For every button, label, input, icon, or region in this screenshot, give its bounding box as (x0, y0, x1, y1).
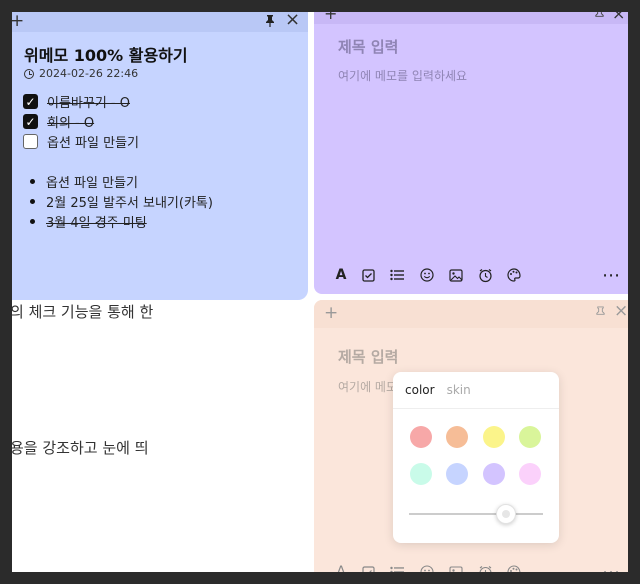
checkbox-checked[interactable]: ✓ (23, 114, 38, 129)
color-swatch[interactable] (410, 463, 432, 485)
close-icon[interactable]: × (614, 303, 628, 320)
opacity-slider-track[interactable] (409, 513, 543, 515)
alarm-icon[interactable] (476, 266, 494, 284)
background-text-line-1: 의 체크 기능을 통해 한 (12, 303, 154, 321)
pin-icon[interactable] (595, 306, 606, 321)
palette-icon[interactable] (505, 266, 523, 284)
checkbox-icon[interactable] (359, 266, 377, 284)
color-picker-popup: color skin (393, 372, 559, 543)
close-icon[interactable]: × (612, 12, 625, 22)
checkbox-icon[interactable] (359, 563, 377, 572)
alarm-icon[interactable] (476, 563, 494, 572)
note-titlebar[interactable] (314, 300, 628, 328)
emoji-icon[interactable] (418, 266, 436, 284)
sticky-note-purple[interactable]: + × 제목 입력 여기에 메모를 입력하세요 A ⋯ (314, 12, 628, 294)
checklist-item-label: 이름바꾸기 - O (47, 96, 130, 111)
checklist-item-label: 옵션 파일 만들기 (47, 136, 139, 151)
note-date: 2024-02-26 22:46 (24, 67, 138, 80)
image-icon[interactable] (447, 266, 465, 284)
palette-icon[interactable] (505, 563, 523, 572)
background-text-line-2: 용을 강조하고 눈에 띄 (12, 439, 149, 457)
add-note-icon[interactable]: + (12, 13, 24, 30)
color-swatch[interactable] (483, 426, 505, 448)
note-title-input[interactable]: 제목 입력 (338, 346, 398, 367)
text-format-icon[interactable]: A (332, 266, 350, 284)
color-swatch[interactable] (519, 463, 541, 485)
clock-icon (24, 68, 34, 79)
bullet-item-label: 옵션 파일 만들기 (46, 176, 138, 191)
bullet-item[interactable]: 옵션 파일 만들기 (30, 172, 138, 191)
tab-color[interactable]: color (405, 383, 435, 397)
more-options-icon[interactable]: ⋯ (602, 562, 620, 573)
list-icon[interactable] (388, 563, 406, 572)
more-options-icon[interactable]: ⋯ (602, 265, 620, 286)
bullet-item-label: 2월 25일 발주서 보내기(카톡) (46, 196, 213, 211)
bullet-dot (30, 179, 35, 184)
checkbox-unchecked[interactable] (23, 134, 38, 149)
bullet-item[interactable]: 3월 4일 경주 미팅 (30, 212, 147, 231)
text-format-icon[interactable]: A (332, 563, 350, 572)
note-title-input[interactable]: 제목 입력 (338, 36, 398, 57)
bullet-item-label: 3월 4일 경주 미팅 (46, 216, 147, 231)
checkbox-checked[interactable]: ✓ (23, 94, 38, 109)
add-note-icon[interactable]: + (324, 12, 337, 22)
opacity-slider-handle[interactable] (496, 504, 516, 524)
pin-icon[interactable] (594, 12, 605, 23)
pin-icon[interactable] (264, 14, 276, 30)
note-titlebar[interactable] (314, 12, 628, 24)
color-swatch[interactable] (483, 463, 505, 485)
note-toolbar: A ⋯ (332, 265, 620, 286)
sticky-note-blue[interactable]: + × 위메모 100% 활용하기 2024-02-26 22:46 ✓ 이름바… (12, 12, 308, 300)
bullet-dot (30, 199, 35, 204)
note-toolbar: A ⋯ (332, 562, 620, 572)
bullet-dot (30, 219, 35, 224)
checklist-item[interactable]: 옵션 파일 만들기 (23, 132, 139, 151)
note-date-text: 2024-02-26 22:46 (39, 67, 139, 80)
color-swatch[interactable] (410, 426, 432, 448)
color-swatch[interactable] (446, 463, 468, 485)
popup-tabs: color skin (405, 383, 471, 397)
checklist-item-label: 회의 - O (47, 116, 95, 131)
add-note-icon[interactable]: + (324, 305, 338, 322)
checklist-item[interactable]: ✓ 이름바꾸기 - O (23, 92, 130, 111)
bullet-item[interactable]: 2월 25일 발주서 보내기(카톡) (30, 192, 213, 211)
tab-skin[interactable]: skin (447, 383, 471, 397)
list-icon[interactable] (388, 266, 406, 284)
checklist-item[interactable]: ✓ 회의 - O (23, 112, 94, 131)
close-icon[interactable]: × (285, 12, 300, 29)
emoji-icon[interactable] (418, 563, 436, 572)
popup-divider (393, 408, 559, 409)
note-title[interactable]: 위메모 100% 활용하기 (24, 42, 188, 66)
color-swatch[interactable] (519, 426, 541, 448)
image-icon[interactable] (447, 563, 465, 572)
note-body-input[interactable]: 여기에 메모를 입력하세요 (338, 67, 467, 84)
app-stage: ~~~~ 의 체크 기능을 통해 한 용을 강조하고 눈에 띄 + × 위메모 … (12, 12, 628, 572)
color-swatch[interactable] (446, 426, 468, 448)
